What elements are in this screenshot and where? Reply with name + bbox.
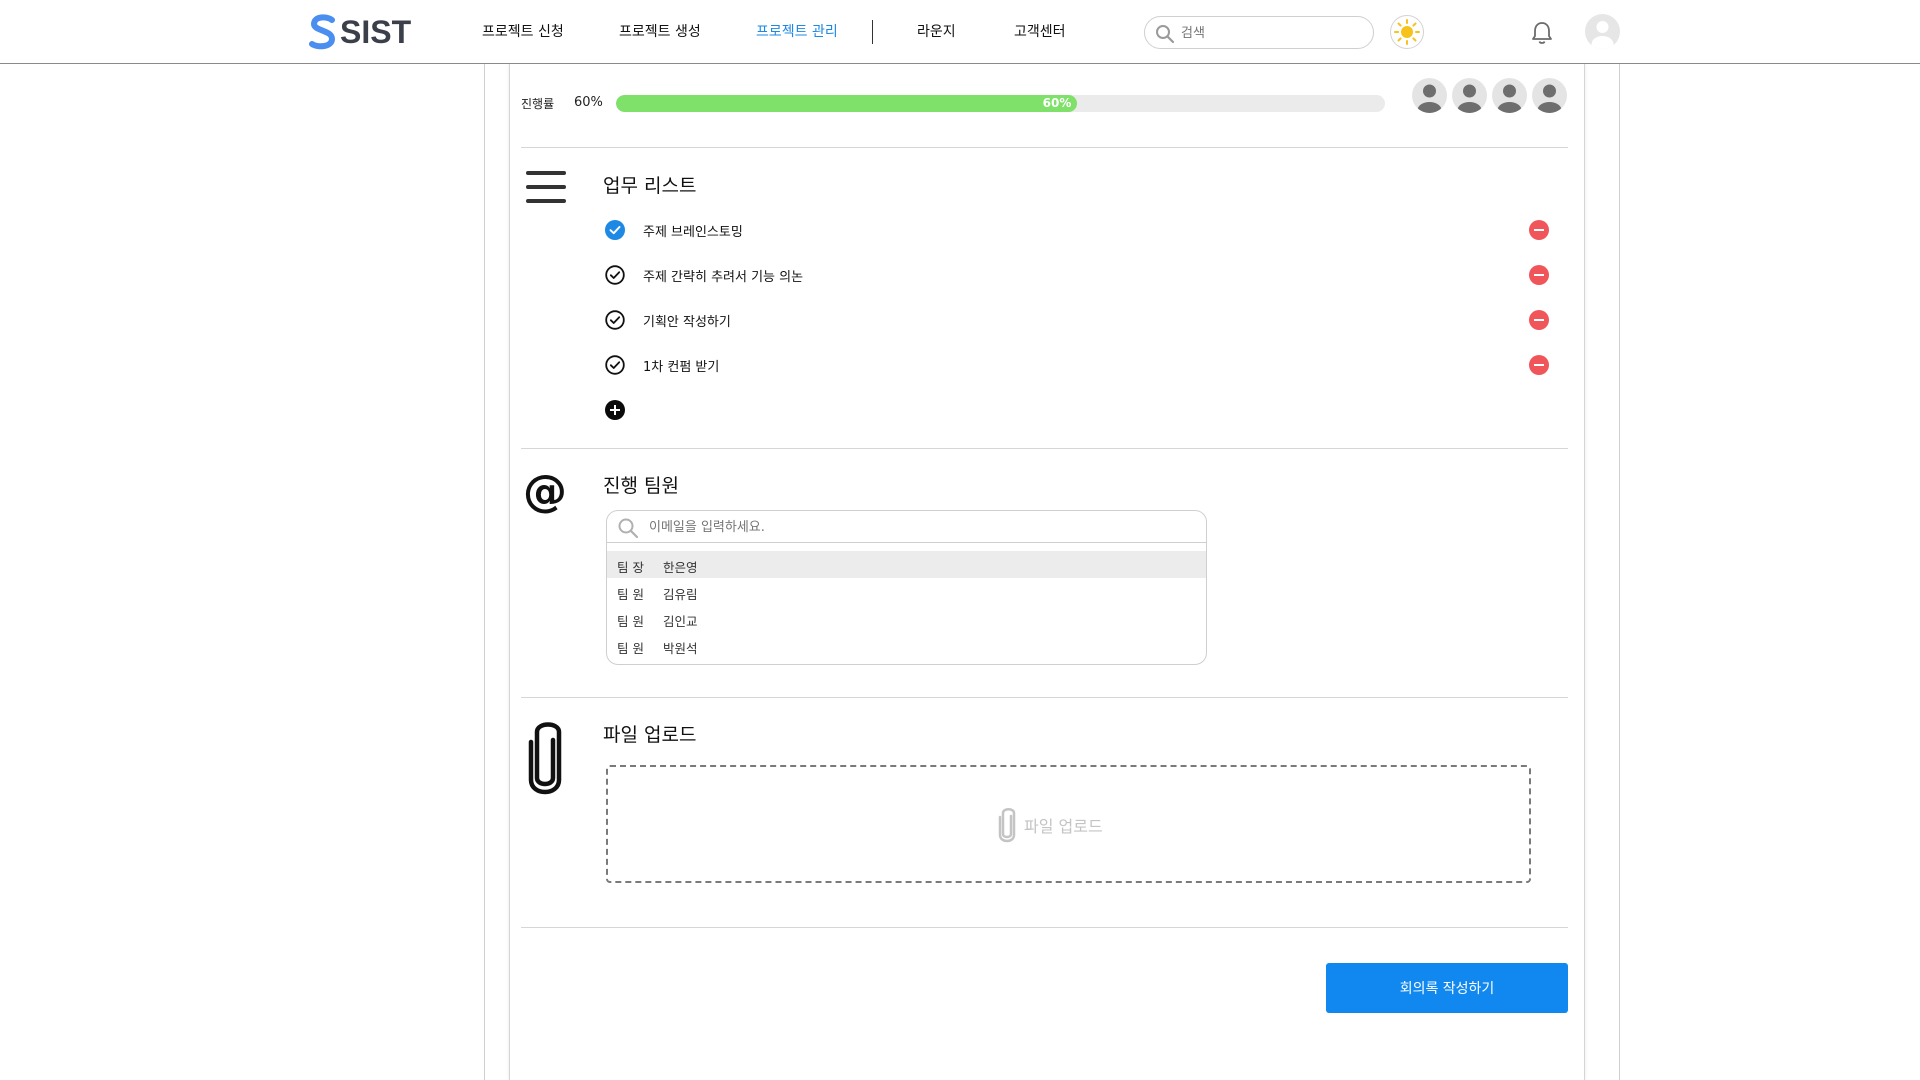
upload-label: 파일 업로드	[996, 807, 1103, 843]
task-item: 주제 간략히 추려서 기능 의논	[605, 263, 1550, 287]
member-avatar[interactable]	[1412, 78, 1447, 113]
paperclip-icon	[528, 722, 562, 795]
task-label: 주제 간략히 추려서 기능 의논	[643, 270, 804, 285]
task-label: 주제 브레인스토밍	[643, 225, 743, 240]
team-member-row[interactable]: 팀 장 한은영	[607, 551, 1206, 578]
team-member-row[interactable]: 팀 원 김인교	[607, 605, 1206, 632]
member-role: 팀 원	[617, 614, 644, 629]
add-task-button[interactable]	[605, 400, 625, 420]
divider	[521, 927, 1568, 928]
progress-bar-text: 60%	[1042, 96, 1072, 110]
remove-task-button[interactable]	[1529, 265, 1549, 285]
team-member-box: 팀 장한은영팀 원김유림팀 원김인교팀 원박원석	[606, 510, 1207, 665]
nav-project-apply[interactable]: 프로젝트 신청	[482, 21, 564, 41]
member-role: 팀 장	[617, 560, 644, 575]
brand-name: SIST	[340, 13, 412, 50]
search-input[interactable]	[1181, 23, 1361, 43]
member-name: 김인교	[663, 614, 698, 629]
email-search-input[interactable]	[649, 518, 1149, 536]
write-minutes-button[interactable]: 회의록 작성하기	[1326, 963, 1568, 1013]
remove-task-button[interactable]	[1529, 310, 1549, 330]
member-role: 팀 원	[617, 641, 644, 656]
tasks-title: 업무 리스트	[603, 175, 697, 197]
member-name: 한은영	[663, 560, 698, 575]
task-item: 주제 브레인스토밍	[605, 218, 1550, 242]
member-name: 박원석	[663, 641, 698, 656]
check-circle-icon[interactable]	[605, 355, 625, 375]
check-circle-icon[interactable]	[605, 310, 625, 330]
member-role: 팀 원	[617, 587, 644, 602]
upload-title: 파일 업로드	[603, 724, 697, 746]
page-border-right	[1619, 64, 1620, 1080]
team-member-row[interactable]: 팀 원 박원석	[607, 632, 1206, 659]
sun-icon	[1394, 19, 1420, 45]
nav-project-manage[interactable]: 프로젝트 관리	[756, 21, 838, 41]
team-member-row[interactable]: 팀 원 김유림	[607, 578, 1206, 605]
progress-label: 진행률	[521, 97, 555, 111]
theme-toggle-button[interactable]	[1390, 15, 1424, 49]
member-avatars	[1412, 78, 1567, 113]
member-avatar[interactable]	[1492, 78, 1527, 113]
member-avatar[interactable]	[1532, 78, 1567, 113]
file-upload-dropzone[interactable]: 파일 업로드	[606, 765, 1531, 883]
page-border-left	[484, 64, 485, 1080]
top-header: SIST 프로젝트 신청 프로젝트 생성 프로젝트 관리 라운지 고객센터	[0, 0, 1920, 64]
progress-value: 60%	[574, 95, 603, 110]
brand-logo[interactable]: SIST	[308, 13, 411, 51]
divider	[521, 697, 1568, 698]
task-label: 기획안 작성하기	[643, 315, 731, 330]
task-item: 기획안 작성하기	[605, 308, 1550, 332]
divider	[521, 448, 1568, 449]
svg-text:@: @	[523, 470, 567, 514]
user-avatar-icon[interactable]	[1585, 14, 1620, 49]
menu-lines-icon	[526, 171, 566, 203]
team-search[interactable]	[607, 511, 1206, 543]
nav-divider	[872, 20, 873, 44]
progress-bar-fill: 60%	[616, 95, 1078, 112]
search-icon	[1156, 25, 1175, 44]
member-name: 김유림	[663, 587, 698, 602]
at-sign-icon: @	[523, 470, 567, 514]
paperclip-icon	[998, 808, 1016, 843]
divider	[521, 147, 1568, 148]
check-circle-icon[interactable]	[605, 220, 625, 240]
bell-icon[interactable]	[1530, 20, 1554, 46]
remove-task-button[interactable]	[1529, 220, 1549, 240]
team-title: 진행 팀원	[603, 475, 679, 497]
member-avatar[interactable]	[1452, 78, 1487, 113]
remove-task-button[interactable]	[1529, 355, 1549, 375]
global-search[interactable]	[1144, 16, 1374, 49]
nav-customer-center[interactable]: 고객센터	[1014, 21, 1066, 41]
search-icon	[618, 518, 639, 539]
logo-s-icon	[309, 14, 336, 50]
nav-lounge[interactable]: 라운지	[917, 21, 956, 41]
check-circle-icon[interactable]	[605, 265, 625, 285]
upload-zone-text: 파일 업로드	[1024, 817, 1103, 836]
progress-bar: 60%	[616, 95, 1385, 112]
task-item: 1차 컨펌 받기	[605, 353, 1550, 377]
nav-project-create[interactable]: 프로젝트 생성	[619, 21, 701, 41]
task-label: 1차 컨펌 받기	[643, 360, 720, 375]
